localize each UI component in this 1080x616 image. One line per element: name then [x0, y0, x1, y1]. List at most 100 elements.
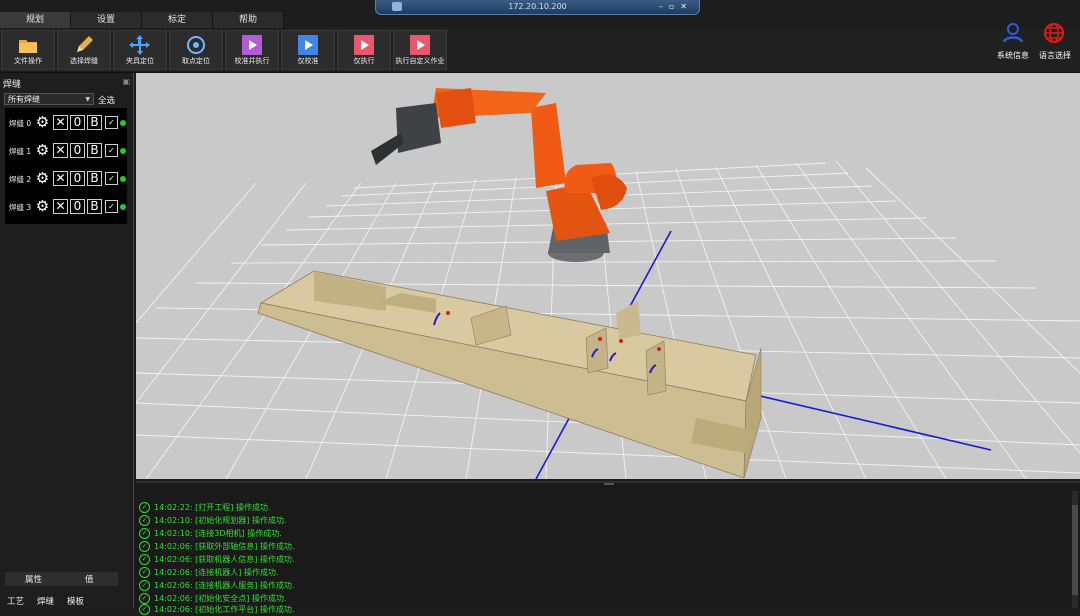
check-circle-icon: ✓ — [139, 567, 150, 578]
seam-row[interactable]: 焊缝 0 ⚙ ✕ 0 B ✓ — [5, 114, 127, 132]
seam-panel-title: 焊缝 — [3, 80, 22, 90]
checkbox-icon[interactable]: ✓ — [105, 144, 118, 157]
check-circle-icon: ✓ — [139, 541, 150, 552]
play-icon — [354, 35, 374, 55]
system-info-button[interactable]: 系统信息 — [990, 50, 1036, 61]
globe-icon[interactable] — [1043, 22, 1065, 44]
close-icon[interactable]: ✕ — [53, 199, 68, 214]
menu-tab-calibration[interactable]: 标定 — [142, 12, 213, 28]
checkbox-icon[interactable]: ✓ — [105, 172, 118, 185]
menu-bar: 规划 设置 标定 帮助 — [0, 12, 284, 28]
log-line: ✓ 14:02:10: [连接3D相机] 操作成功. — [139, 527, 282, 540]
log-line: ✓ 14:02:06: [获取外部轴信息] 操作成功. — [139, 540, 295, 553]
point-locate-button[interactable]: 取点定位 — [169, 30, 223, 70]
scene-canvas[interactable] — [136, 73, 1080, 479]
select-seam-button[interactable]: 选择焊缝 — [57, 30, 111, 70]
check-circle-icon: ✓ — [139, 515, 150, 526]
tab-seams[interactable]: 焊缝 — [37, 595, 54, 607]
gear-icon[interactable]: ⚙ — [35, 115, 50, 130]
status-dot — [120, 204, 126, 210]
checkbox-icon[interactable]: ✓ — [105, 200, 118, 213]
seam-count[interactable]: 0 — [70, 199, 85, 214]
status-dot — [120, 120, 126, 126]
log-line: ✓ 14:02:06: [连接机器人] 操作成功. — [139, 566, 279, 579]
seam-row[interactable]: 焊缝 1 ⚙ ✕ 0 B ✓ — [5, 142, 127, 160]
workpiece[interactable] — [257, 270, 762, 479]
chevron-down-icon: ▼ — [85, 96, 90, 103]
seam-panel: 焊缝 ▣ 所有焊缝 ▼ 全选 焊缝 0 ⚙ ✕ 0 B ✓ 焊缝 1 ⚙ ✕ 0… — [0, 73, 134, 608]
log-line: ✓ 14:02:22: [打开工程] 操作成功. — [139, 501, 271, 514]
window-title: 172.20.10.200 — [508, 2, 567, 11]
window-controls[interactable]: –▫✕ — [659, 0, 693, 14]
check-circle-icon: ✓ — [139, 604, 150, 615]
log-panel: ✓ 14:02:22: [打开工程] 操作成功. ✓ 14:02:10: [初始化规… — [136, 481, 1080, 615]
gear-icon[interactable]: ⚙ — [35, 143, 50, 158]
tab-templates[interactable]: 模板 — [67, 595, 84, 607]
move-arrows-icon — [129, 35, 150, 55]
value-header: 值 — [85, 575, 94, 585]
seam-row[interactable]: 焊缝 2 ⚙ ✕ 0 B ✓ — [5, 170, 127, 188]
seam-list: 焊缝 0 ⚙ ✕ 0 B ✓ 焊缝 1 ⚙ ✕ 0 B ✓ 焊缝 2 ⚙ ✕ 0… — [5, 108, 127, 224]
execute-only-button[interactable]: 仅执行 — [337, 30, 391, 70]
log-line: ✓ 14:02:06: [初始化工作平台] 操作成功. — [139, 603, 295, 616]
log-line: ✓ 14:02:06: [连接机器人服务] 操作成功. — [139, 579, 295, 592]
seam-name: 焊缝 3 — [9, 203, 32, 212]
scrollbar-thumb[interactable] — [1072, 505, 1078, 595]
play-icon — [298, 35, 318, 55]
calibrate-only-label: 仅校准 — [297, 57, 319, 65]
select-all-button[interactable]: 全选 — [98, 94, 115, 106]
gear-icon[interactable]: ⚙ — [35, 171, 50, 186]
seam-name: 焊缝 0 — [9, 119, 32, 128]
property-table-header: 属性 值 — [5, 572, 118, 586]
calibrate-execute-button[interactable]: 校准并执行 — [225, 30, 279, 70]
pin-icon[interactable]: ▣ — [122, 77, 130, 86]
language-select-button[interactable]: 语言选择 — [1032, 50, 1078, 61]
seam-name: 焊缝 1 — [9, 147, 32, 156]
window-title-bar[interactable]: 172.20.10.200 –▫✕ — [375, 0, 700, 15]
seam-filter-value: 所有焊缝 — [8, 95, 40, 104]
seam-mode[interactable]: B — [87, 171, 102, 186]
toolbar: 文件操作 选择焊缝 夹具定位 取点定位 校准并执行 仅校准 仅执行 执行自定义作… — [0, 23, 1080, 73]
status-dot — [120, 176, 126, 182]
calibrate-execute-label: 校准并执行 — [234, 57, 270, 65]
check-circle-icon: ✓ — [139, 554, 150, 565]
folder-icon — [19, 40, 37, 53]
seam-count[interactable]: 0 — [70, 143, 85, 158]
calibrate-only-button[interactable]: 仅校准 — [281, 30, 335, 70]
execute-only-label: 仅执行 — [353, 57, 375, 65]
seam-filter-select[interactable]: 所有焊缝 ▼ — [4, 93, 94, 105]
gear-icon[interactable]: ⚙ — [35, 199, 50, 214]
pencil-icon — [77, 36, 93, 52]
custom-job-button[interactable]: 执行自定义作业 — [393, 30, 447, 70]
splitter-grip[interactable] — [604, 483, 614, 485]
checkbox-icon[interactable]: ✓ — [105, 116, 118, 129]
target-icon — [187, 36, 205, 54]
3d-viewport[interactable] — [136, 73, 1080, 479]
seam-mode[interactable]: B — [87, 199, 102, 214]
seam-count[interactable]: 0 — [70, 171, 85, 186]
menu-tab-settings[interactable]: 设置 — [71, 12, 142, 28]
panel-tabs: 工艺 焊缝 模板 — [0, 591, 134, 609]
log-line: ✓ 14:02:06: [获取机器人信息] 操作成功. — [139, 553, 295, 566]
check-circle-icon: ✓ — [139, 580, 150, 591]
close-icon[interactable]: ✕ — [53, 143, 68, 158]
seam-mode[interactable]: B — [87, 143, 102, 158]
close-icon[interactable]: ✕ — [53, 115, 68, 130]
log-scrollbar[interactable] — [1072, 491, 1078, 608]
robot-arm[interactable] — [371, 88, 627, 262]
user-icon[interactable] — [1002, 22, 1024, 44]
fixture-locate-button[interactable]: 夹具定位 — [113, 30, 167, 70]
file-operations-button[interactable]: 文件操作 — [1, 30, 55, 70]
point-locate-label: 取点定位 — [182, 57, 210, 65]
check-circle-icon: ✓ — [139, 502, 150, 513]
menu-tab-help[interactable]: 帮助 — [213, 12, 284, 28]
app-icon — [392, 2, 402, 11]
tab-process[interactable]: 工艺 — [7, 595, 24, 607]
seam-mode[interactable]: B — [87, 115, 102, 130]
close-icon[interactable]: ✕ — [53, 171, 68, 186]
seam-name: 焊缝 2 — [9, 175, 32, 184]
seam-count[interactable]: 0 — [70, 115, 85, 130]
menu-tab-plan[interactable]: 规划 — [0, 12, 71, 28]
seam-row[interactable]: 焊缝 3 ⚙ ✕ 0 B ✓ — [5, 198, 127, 216]
check-circle-icon: ✓ — [139, 528, 150, 539]
